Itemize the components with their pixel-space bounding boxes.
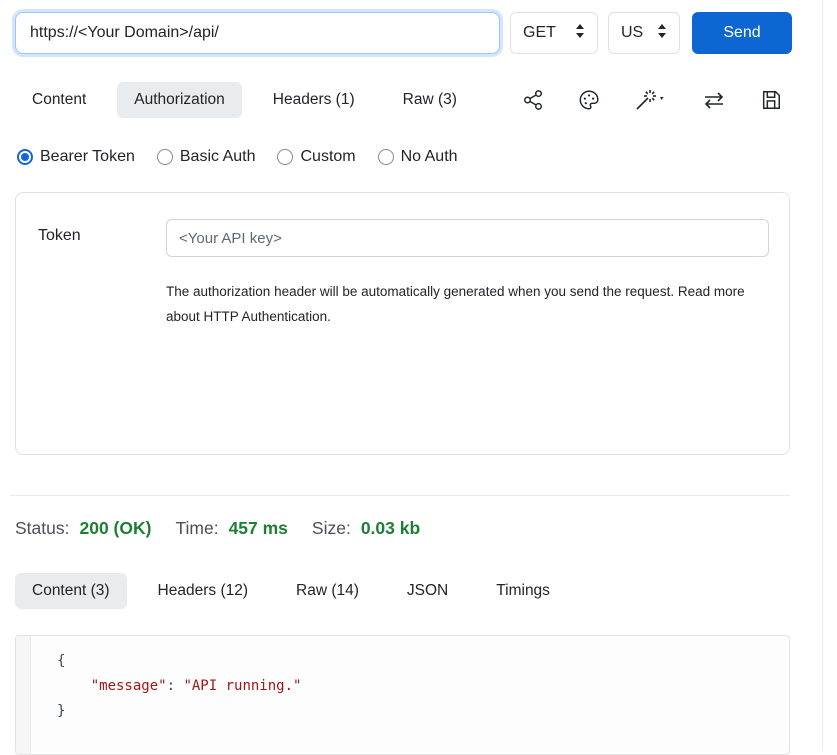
auth-type-options: Bearer Token Basic Auth Custom No Auth bbox=[15, 148, 806, 166]
palette-icon[interactable] bbox=[578, 89, 600, 111]
magic-wand-icon[interactable] bbox=[634, 88, 668, 112]
json-key: "message" bbox=[91, 678, 167, 694]
send-button[interactable]: Send bbox=[692, 12, 792, 54]
select-updown-icon bbox=[657, 24, 667, 43]
select-updown-icon bbox=[575, 24, 585, 43]
time-value: 457 ms bbox=[229, 518, 288, 539]
method-select[interactable]: GET bbox=[510, 12, 598, 54]
json-value: "API running." bbox=[183, 678, 301, 694]
tab-authorization[interactable]: Authorization bbox=[117, 82, 241, 118]
response-json: { "message": "API running." } bbox=[31, 636, 301, 754]
radio-selected-icon bbox=[17, 149, 33, 165]
resp-tab-content[interactable]: Content (3) bbox=[15, 573, 127, 609]
radio-unselected-icon bbox=[157, 149, 173, 165]
tab-raw[interactable]: Raw (3) bbox=[386, 82, 474, 118]
region-select[interactable]: US bbox=[608, 12, 680, 54]
radio-label: Basic Auth bbox=[180, 148, 256, 166]
auth-help-text: The authorization header will be automat… bbox=[166, 279, 746, 329]
json-close-brace: } bbox=[57, 703, 65, 719]
radio-basic-auth[interactable]: Basic Auth bbox=[157, 148, 256, 166]
time-label: Time: bbox=[175, 518, 218, 539]
section-divider bbox=[10, 495, 790, 496]
share-icon[interactable] bbox=[522, 89, 544, 111]
save-icon[interactable] bbox=[760, 89, 782, 111]
radio-label: Bearer Token bbox=[40, 148, 135, 166]
status-value: 200 (OK) bbox=[79, 518, 151, 539]
resp-tab-timings[interactable]: Timings bbox=[479, 573, 567, 609]
resp-tab-json[interactable]: JSON bbox=[390, 573, 465, 609]
swap-arrows-icon[interactable] bbox=[702, 89, 726, 111]
radio-unselected-icon bbox=[378, 149, 394, 165]
request-tabs: Content Authorization Headers (1) Raw (3… bbox=[15, 82, 806, 118]
request-bar: GET US Send bbox=[15, 12, 806, 54]
response-tabs: Content (3) Headers (12) Raw (14) JSON T… bbox=[15, 573, 806, 609]
token-label: Token bbox=[38, 219, 166, 245]
radio-bearer-token[interactable]: Bearer Token bbox=[17, 148, 135, 166]
response-body: { "message": "API running." } bbox=[15, 635, 790, 755]
response-status-row: Status: 200 (OK) Time: 457 ms Size: 0.03… bbox=[15, 518, 806, 539]
radio-custom[interactable]: Custom bbox=[277, 148, 355, 166]
radio-label: Custom bbox=[300, 148, 355, 166]
tab-headers[interactable]: Headers (1) bbox=[256, 82, 372, 118]
json-indent bbox=[57, 678, 91, 694]
size-label: Size: bbox=[312, 518, 351, 539]
json-open-brace: { bbox=[57, 653, 65, 669]
size-value: 0.03 kb bbox=[361, 518, 420, 539]
toolbar bbox=[522, 88, 806, 112]
token-input[interactable] bbox=[166, 219, 769, 257]
resp-tab-raw[interactable]: Raw (14) bbox=[279, 573, 376, 609]
resp-tab-headers[interactable]: Headers (12) bbox=[141, 573, 265, 609]
radio-label: No Auth bbox=[401, 148, 458, 166]
radio-unselected-icon bbox=[277, 149, 293, 165]
code-gutter bbox=[16, 636, 31, 754]
api-client-page: GET US Send Content Authorization Header… bbox=[0, 0, 823, 750]
region-select-value: US bbox=[621, 24, 643, 42]
url-input[interactable] bbox=[15, 12, 500, 54]
auth-panel: Token The authorization header will be a… bbox=[15, 192, 790, 455]
json-colon: : bbox=[167, 678, 184, 694]
tab-content[interactable]: Content bbox=[15, 82, 103, 118]
status-label: Status: bbox=[15, 518, 69, 539]
radio-no-auth[interactable]: No Auth bbox=[378, 148, 458, 166]
method-select-value: GET bbox=[523, 24, 556, 42]
